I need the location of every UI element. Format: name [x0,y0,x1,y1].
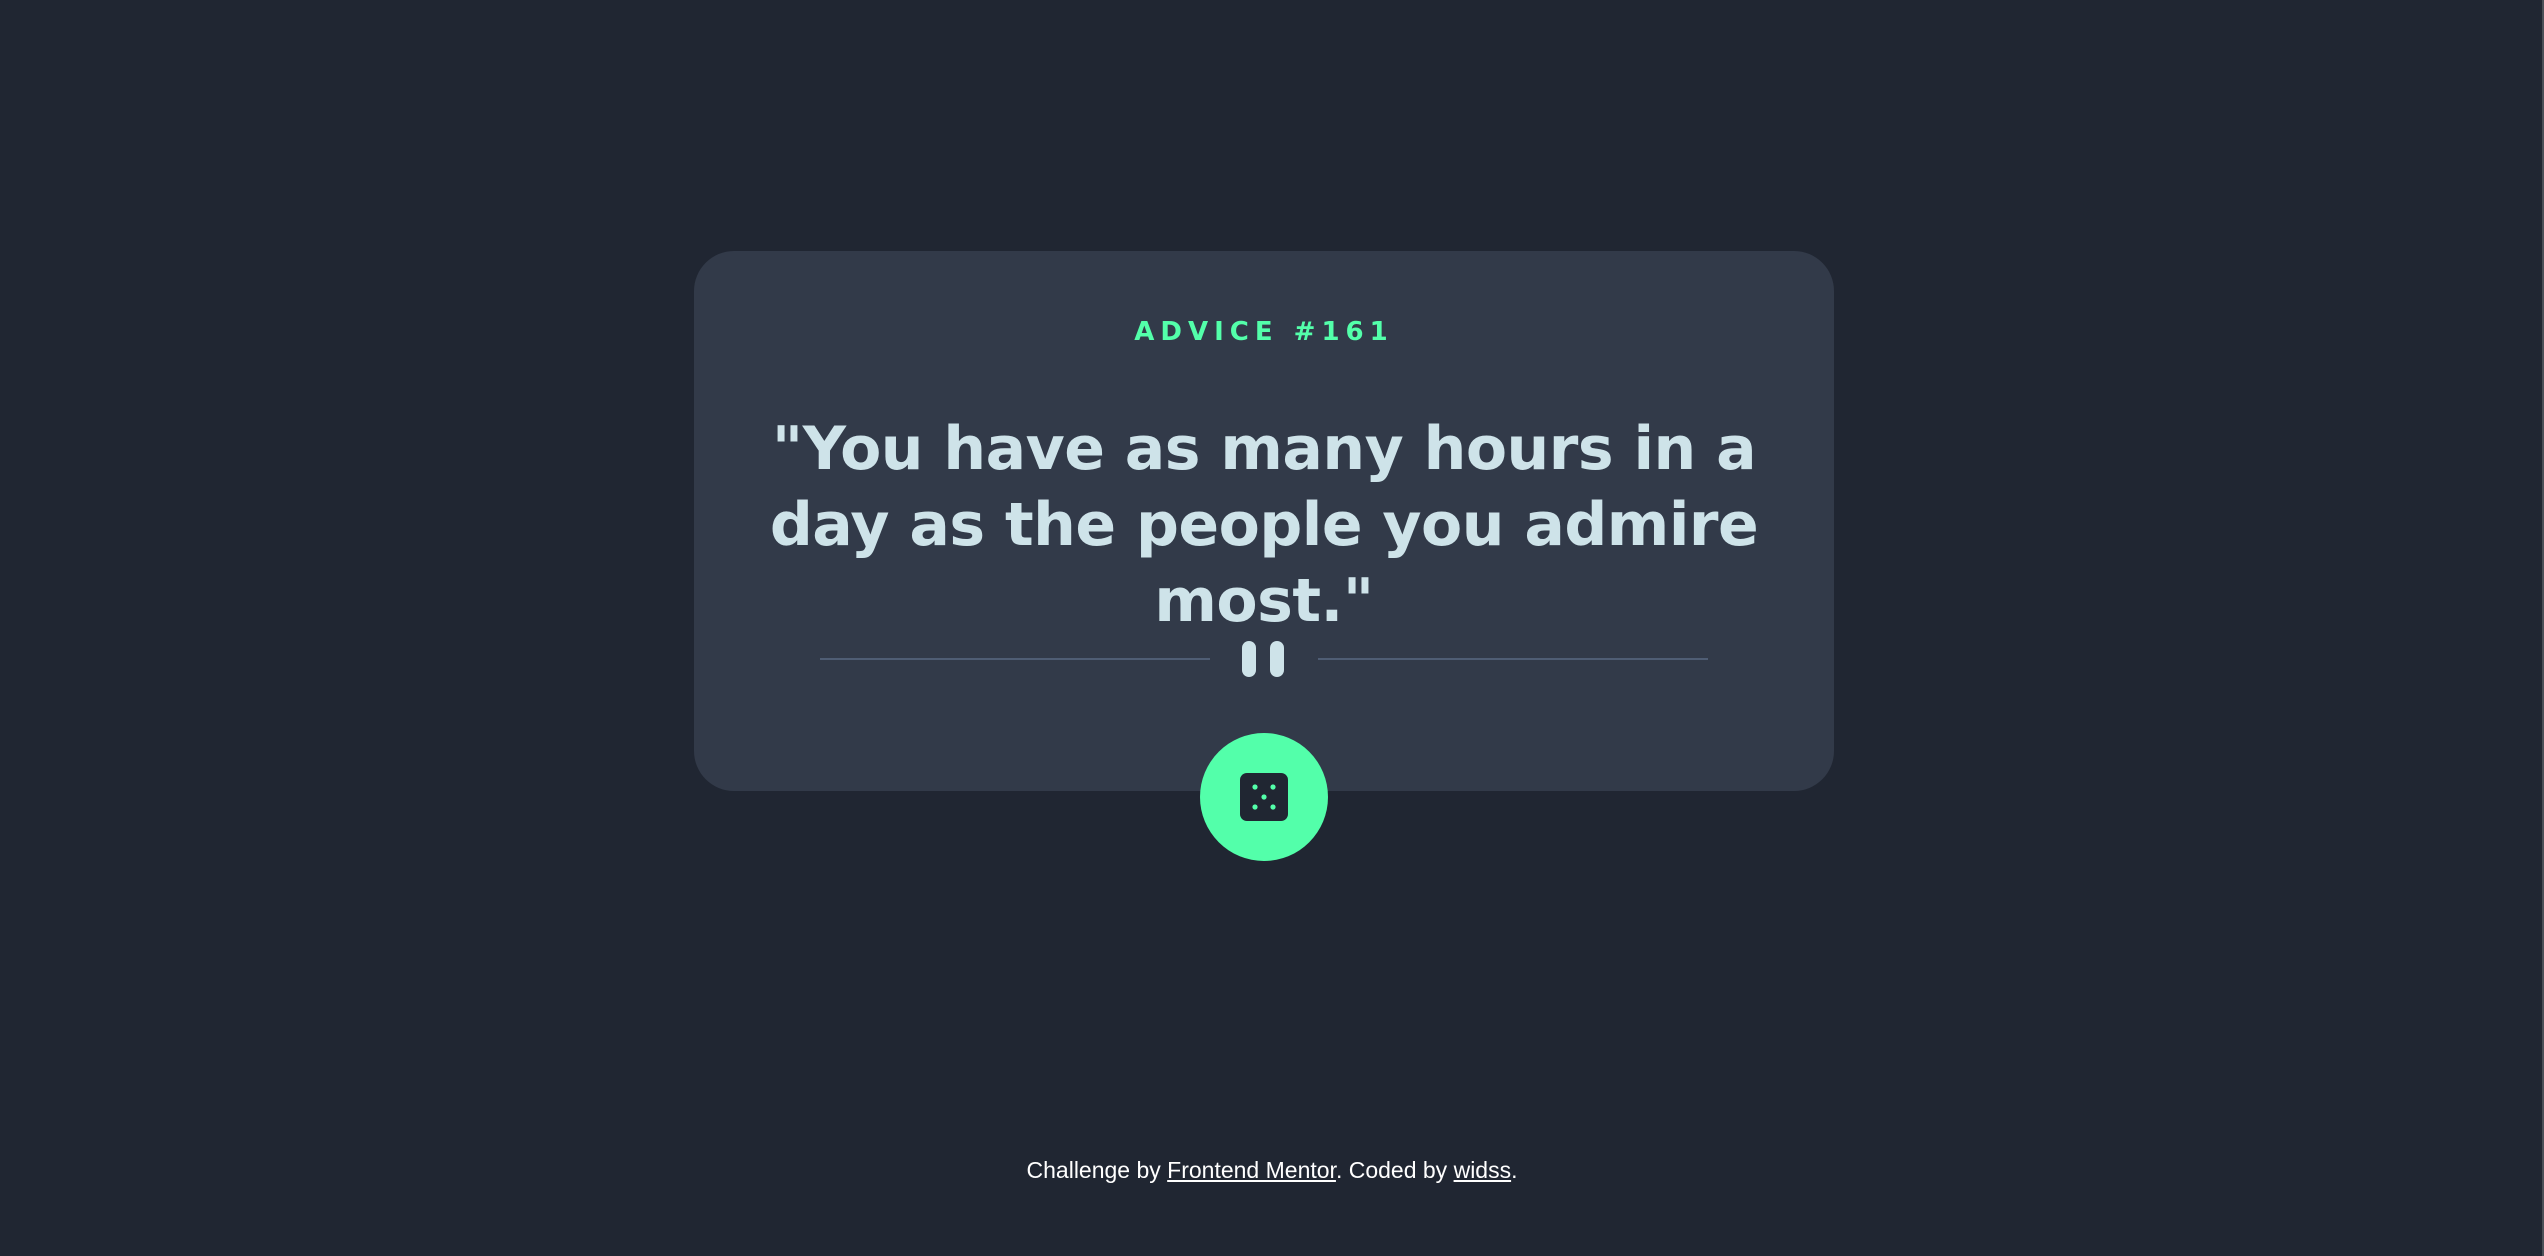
attribution-middle: . Coded by [1335,1157,1454,1183]
attribution-suffix: . [1511,1157,1518,1183]
advice-label: ADVICE [1134,317,1279,347]
attribution: Challenge by Frontend Mentor. Coded by w… [0,1157,2544,1184]
author-link[interactable]: widss [1454,1157,1512,1183]
new-advice-button[interactable] [1200,733,1328,861]
pattern-divider [820,641,1708,677]
attribution-prefix: Challenge by [1026,1157,1168,1183]
advice-id: ADVICE #161 [694,317,1834,347]
divider-line-left [820,658,1210,660]
dice-icon [1240,773,1288,821]
divider-line-right [1318,658,1708,660]
advice-number: 161 [1321,317,1394,347]
frontend-mentor-link[interactable]: Frontend Mentor [1167,1157,1336,1183]
pause-icon [1238,641,1290,677]
advice-quote: "You have as many hours in a day as the … [769,414,1759,636]
advice-hash: # [1293,317,1322,347]
advice-card: ADVICE #161 "You have as many hours in a… [694,251,1834,791]
